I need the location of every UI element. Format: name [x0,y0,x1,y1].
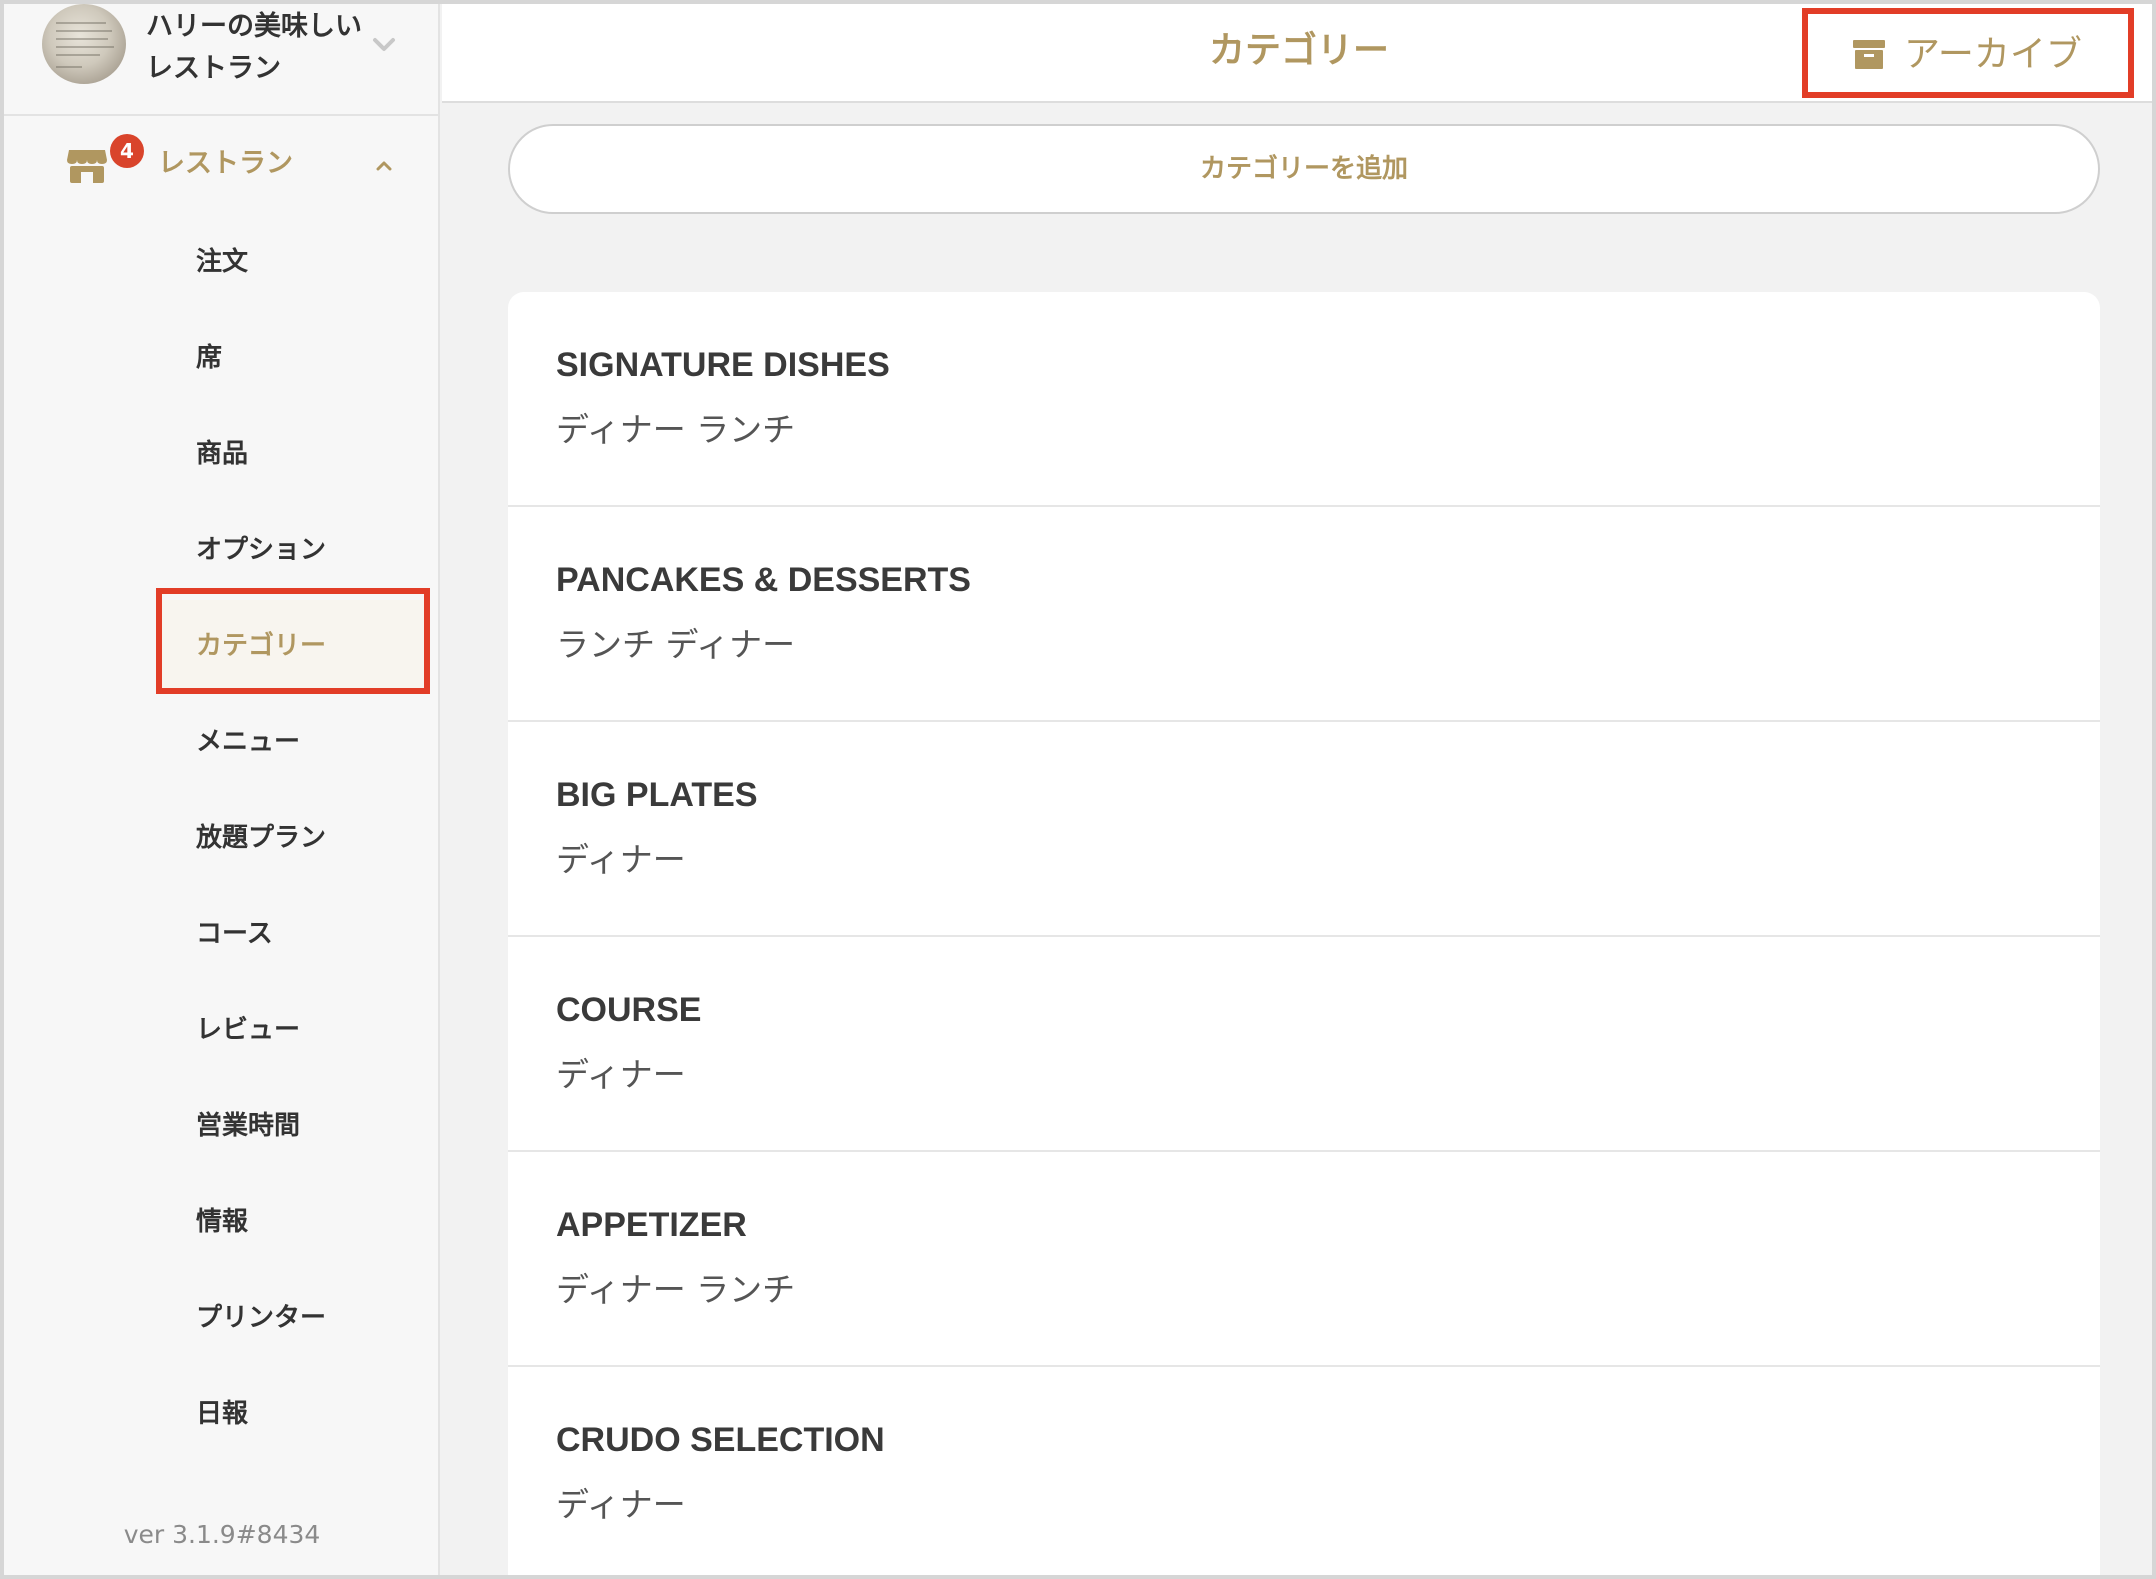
category-name: APPETIZER [556,1206,747,1244]
sidebar-item-all-you-can-plans[interactable]: 放題プラン [160,792,426,884]
sidebar-item-seats[interactable]: 席 [160,312,426,404]
store-avatar [42,4,126,84]
archive-label: アーカイブ [1904,34,2082,75]
category-name: PANCAKES & DESSERTS [556,561,971,599]
list-item[interactable]: CRUDO SELECTION ディナー [508,1367,2100,1575]
sidebar-item-menu[interactable]: メニュー [160,696,426,788]
sidebar-item-reviews[interactable]: レビュー [160,984,426,1076]
list-item[interactable]: BIG PLATES ディナー [508,722,2100,937]
version-label: ver 3.1.9#8434 [123,1520,321,1549]
category-times: ディナー [556,840,686,879]
sidebar-item-options[interactable]: オプション [160,504,426,596]
sidebar-item-info[interactable]: 情報 [160,1176,426,1268]
sidebar-item-daily-report[interactable]: 日報 [160,1368,426,1460]
sidebar-item-products[interactable]: 商品 [160,408,426,500]
category-times: ディナー [556,1055,686,1094]
list-item[interactable]: PANCAKES & DESSERTS ランチ ディナー [508,507,2100,722]
category-times: ディナー ランチ [556,410,796,449]
category-times: ランチ ディナー [556,625,796,664]
sidebar-item-printers[interactable]: プリンター [160,1272,426,1364]
archive-button[interactable]: アーカイブ [1804,12,2126,98]
sidebar-item-orders[interactable]: 注文 [160,216,426,308]
sidebar-section-restaurant[interactable]: 4 レストラン [4,128,440,200]
chevron-up-icon[interactable] [372,154,396,178]
sidebar-item-courses[interactable]: コース [160,888,426,980]
category-name: SIGNATURE DISHES [556,346,890,384]
add-category-button[interactable]: カテゴリーを追加 [508,124,2100,214]
category-name: CRUDO SELECTION [556,1421,885,1459]
category-list: SIGNATURE DISHES ディナー ランチ PANCAKES & DES… [508,292,2100,1575]
chevron-down-icon[interactable] [370,30,398,58]
archive-icon [1853,40,1885,69]
app-window: ハリーの美味しい レストラン 4 レストラン 注文 席 商品 オプション カテゴ… [0,0,2156,1579]
header: カテゴリー アーカイブ [442,4,2152,103]
category-name: BIG PLATES [556,776,758,814]
category-times: ディナー [556,1485,686,1524]
list-item[interactable]: COURSE ディナー [508,937,2100,1152]
sidebar-section-label: レストラン [158,148,293,179]
list-item[interactable]: SIGNATURE DISHES ディナー ランチ [508,292,2100,507]
sidebar-item-categories[interactable]: カテゴリー [160,600,426,692]
store-name: ハリーの美味しい レストラン [146,11,362,84]
sidebar-item-business-hours[interactable]: 営業時間 [160,1080,426,1172]
notification-badge: 4 [110,134,144,168]
store-icon [67,150,107,183]
list-item[interactable]: APPETIZER ディナー ランチ [508,1152,2100,1367]
store-switcher[interactable]: ハリーの美味しい レストラン [4,4,440,116]
category-times: ディナー ランチ [556,1270,796,1309]
category-name: COURSE [556,991,702,1029]
sidebar: ハリーの美味しい レストラン 4 レストラン 注文 席 商品 オプション カテゴ… [4,4,440,1575]
